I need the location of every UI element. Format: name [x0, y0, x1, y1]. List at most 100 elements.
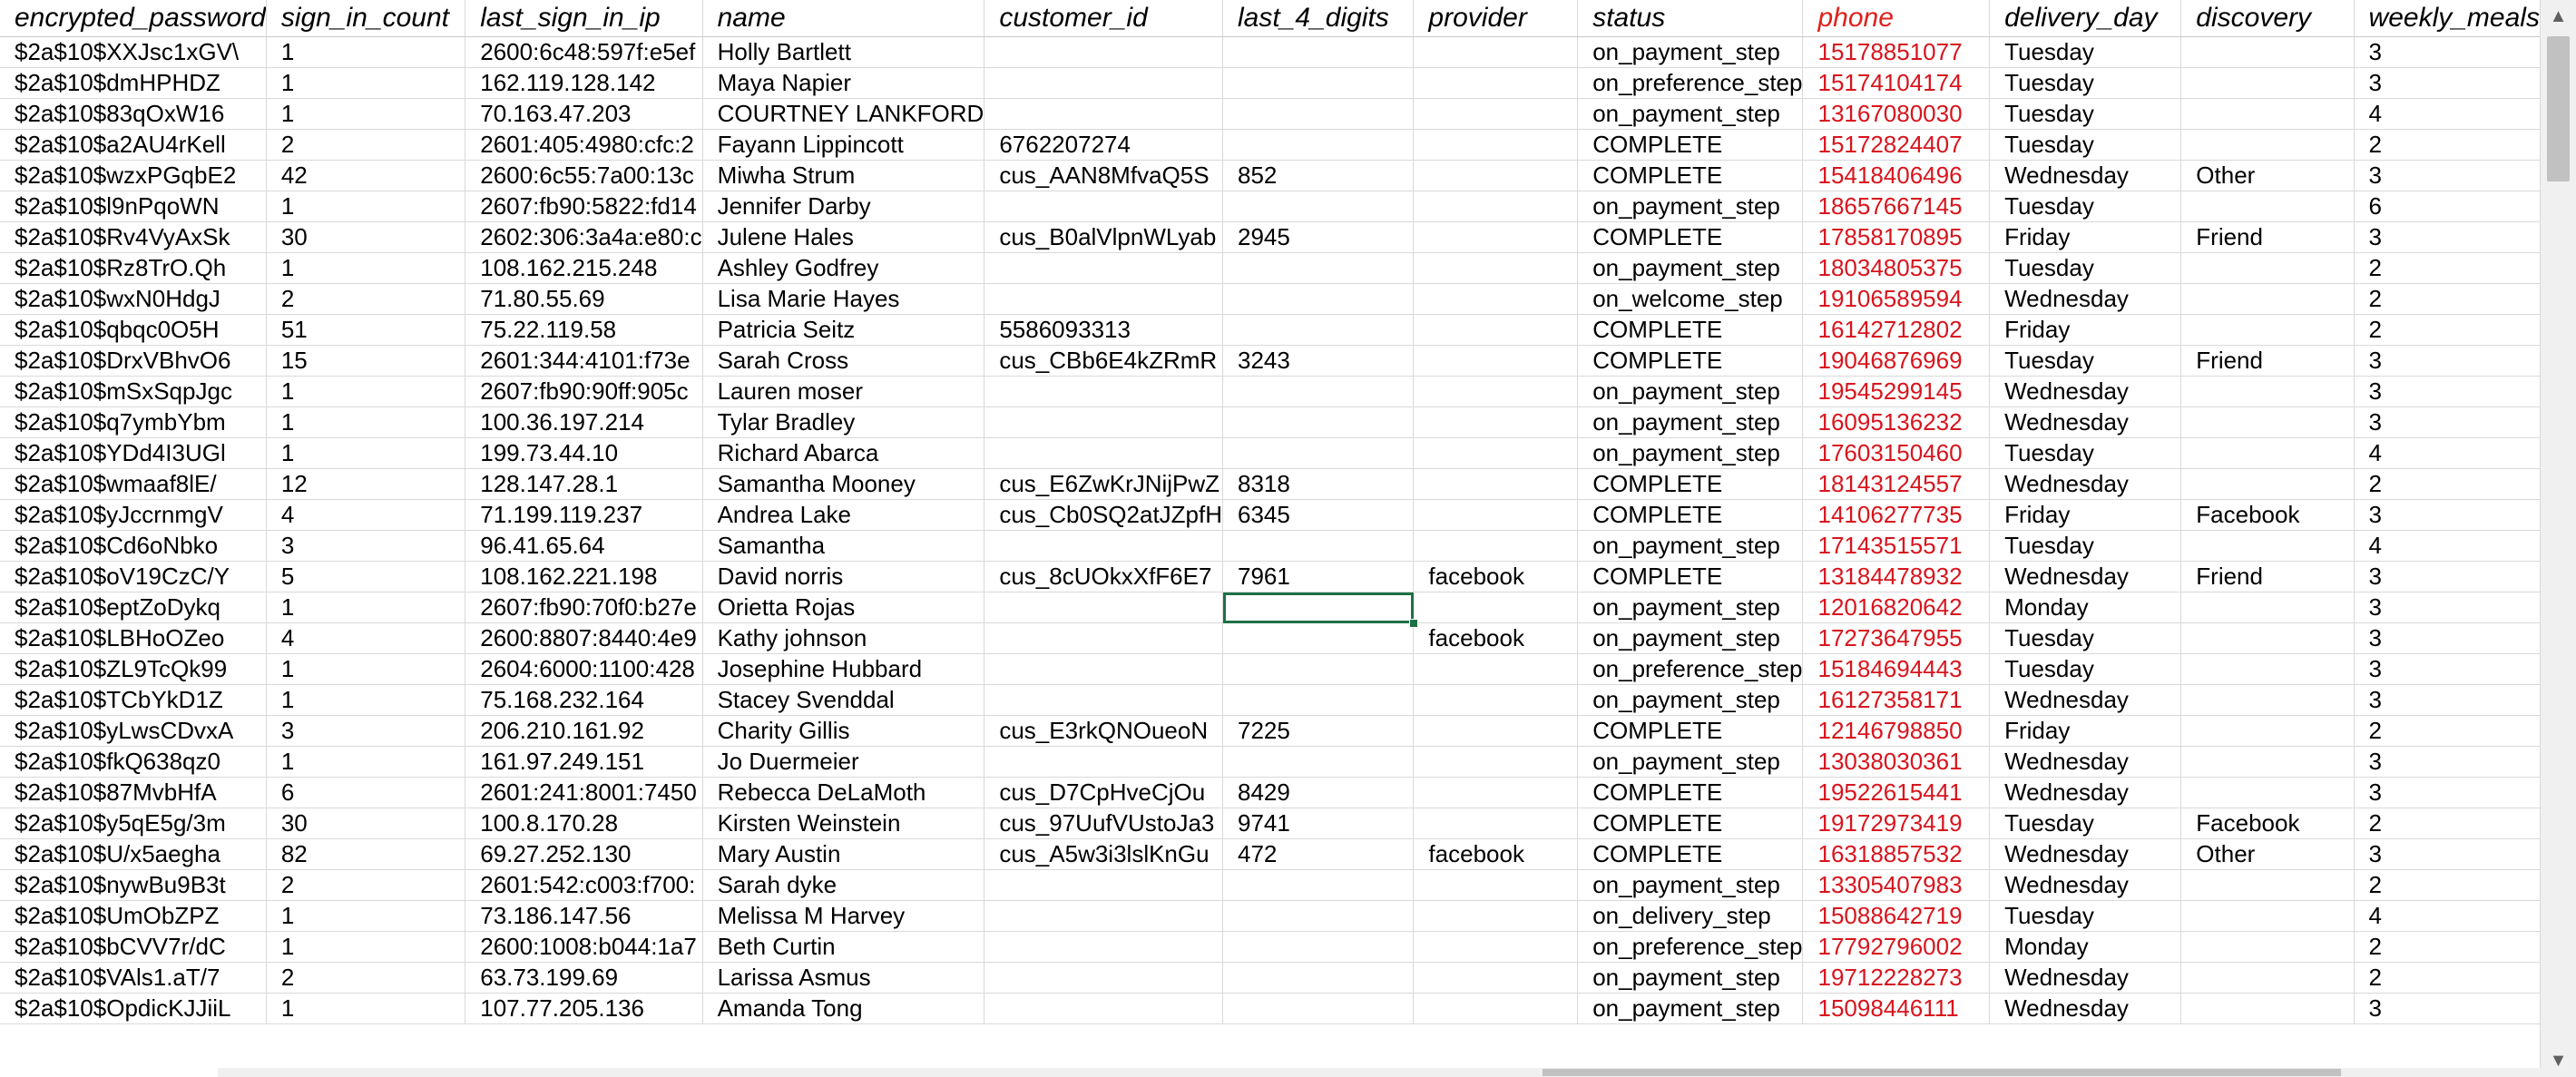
cell-discovery[interactable] [2180, 592, 2355, 623]
cell-delivery_day[interactable]: Tuesday [1989, 345, 2182, 377]
cell-status[interactable]: COMPLETE [1577, 129, 1804, 161]
cell-discovery[interactable] [2180, 191, 2355, 222]
column-header-phone[interactable]: phone [1802, 0, 1991, 37]
cell-provider[interactable] [1413, 221, 1579, 253]
column-header-encrypted_password[interactable]: encrypted_password [0, 0, 267, 37]
cell-provider[interactable] [1413, 746, 1579, 778]
cell-customer_id[interactable] [984, 653, 1224, 685]
vertical-scrollbar[interactable]: ▲ ▼ [2540, 0, 2576, 1077]
cell-discovery[interactable]: Facebook [2180, 808, 2355, 839]
cell-name[interactable]: Charity Gillis [702, 715, 985, 747]
cell-delivery_day[interactable]: Tuesday [1989, 129, 2182, 161]
cell-sign_in_count[interactable]: 12 [266, 468, 466, 500]
cell-customer_id[interactable] [984, 191, 1224, 222]
cell-last_4_digits[interactable]: 9741 [1222, 808, 1415, 839]
cell-delivery_day[interactable]: Tuesday [1989, 808, 2182, 839]
cell-discovery[interactable] [2180, 962, 2355, 994]
cell-delivery_day[interactable]: Wednesday [1989, 160, 2182, 191]
column-header-customer_id[interactable]: customer_id [984, 0, 1224, 37]
cell-phone[interactable]: 16318857532 [1802, 838, 1991, 870]
cell-status[interactable]: on_payment_step [1577, 376, 1804, 407]
cell-phone[interactable]: 17273647955 [1802, 622, 1991, 654]
cell-phone[interactable]: 12016820642 [1802, 592, 1991, 623]
cell-status[interactable]: COMPLETE [1577, 221, 1804, 253]
cell-name[interactable]: Larissa Asmus [702, 962, 985, 994]
cell-weekly_meals[interactable]: 3 [2354, 993, 2541, 1024]
cell-last_4_digits[interactable] [1222, 869, 1415, 901]
column-header-discovery[interactable]: discovery [2180, 0, 2355, 37]
cell-sign_in_count[interactable]: 30 [266, 808, 466, 839]
cell-weekly_meals[interactable]: 2 [2354, 129, 2541, 161]
cell-weekly_meals[interactable]: 3 [2354, 67, 2541, 99]
cell-last_4_digits[interactable] [1222, 437, 1415, 469]
cell-weekly_meals[interactable]: 2 [2354, 314, 2541, 346]
cell-status[interactable]: on_preference_step [1577, 67, 1804, 99]
cell-weekly_meals[interactable]: 2 [2354, 808, 2541, 839]
cell-last_sign_in_ip[interactable]: 2607:fb90:5822:fd14 [465, 191, 703, 222]
cell-customer_id[interactable] [984, 993, 1224, 1024]
cell-sign_in_count[interactable]: 2 [266, 129, 466, 161]
cell-discovery[interactable] [2180, 437, 2355, 469]
column-header-weekly_meals[interactable]: weekly_meals [2354, 0, 2541, 37]
cell-customer_id[interactable]: cus_8cUOkxXfF6E7 [984, 561, 1224, 592]
cell-discovery[interactable] [2180, 653, 2355, 685]
cell-last_sign_in_ip[interactable]: 2607:fb90:70f0:b27e [465, 592, 703, 623]
cell-status[interactable]: on_payment_step [1577, 746, 1804, 778]
cell-discovery[interactable] [2180, 931, 2355, 963]
cell-provider[interactable] [1413, 406, 1579, 438]
cell-sign_in_count[interactable]: 1 [266, 376, 466, 407]
cell-encrypted_password[interactable]: $2a$10$YDd4I3UGl [0, 437, 267, 469]
cell-sign_in_count[interactable]: 4 [266, 622, 466, 654]
cell-delivery_day[interactable]: Wednesday [1989, 869, 2182, 901]
cell-discovery[interactable] [2180, 900, 2355, 932]
cell-phone[interactable]: 19712228273 [1802, 962, 1991, 994]
cell-delivery_day[interactable]: Friday [1989, 314, 2182, 346]
cell-customer_id[interactable] [984, 684, 1224, 716]
cell-weekly_meals[interactable]: 3 [2354, 653, 2541, 685]
cell-last_sign_in_ip[interactable]: 2601:542:c003:f700: [465, 869, 703, 901]
cell-name[interactable]: Sarah Cross [702, 345, 985, 377]
cell-last_sign_in_ip[interactable]: 2601:344:4101:f73e [465, 345, 703, 377]
cell-name[interactable]: Tylar Bradley [702, 406, 985, 438]
cell-weekly_meals[interactable]: 2 [2354, 252, 2541, 284]
cell-status[interactable]: on_payment_step [1577, 622, 1804, 654]
cell-encrypted_password[interactable]: $2a$10$bCVV7r/dC [0, 931, 267, 963]
cell-customer_id[interactable] [984, 962, 1224, 994]
cell-last_sign_in_ip[interactable]: 71.199.119.237 [465, 499, 703, 531]
cell-discovery[interactable] [2180, 869, 2355, 901]
cell-delivery_day[interactable]: Wednesday [1989, 283, 2182, 315]
cell-discovery[interactable]: Facebook [2180, 499, 2355, 531]
cell-customer_id[interactable]: cus_A5w3i3lslKnGu [984, 838, 1224, 870]
cell-last_sign_in_ip[interactable]: 71.80.55.69 [465, 283, 703, 315]
cell-status[interactable]: COMPLETE [1577, 808, 1804, 839]
cell-weekly_meals[interactable]: 2 [2354, 715, 2541, 747]
cell-encrypted_password[interactable]: $2a$10$Rz8TrO.Qh [0, 252, 267, 284]
cell-last_4_digits[interactable] [1222, 98, 1415, 130]
cell-weekly_meals[interactable]: 3 [2354, 592, 2541, 623]
cell-phone[interactable]: 19172973419 [1802, 808, 1991, 839]
cell-discovery[interactable] [2180, 715, 2355, 747]
cell-phone[interactable]: 17603150460 [1802, 437, 1991, 469]
cell-status[interactable]: COMPLETE [1577, 160, 1804, 191]
cell-name[interactable]: COURTNEY LANKFORD [702, 98, 985, 130]
cell-last_sign_in_ip[interactable]: 100.36.197.214 [465, 406, 703, 438]
column-header-name[interactable]: name [702, 0, 985, 37]
cell-name[interactable]: Kirsten Weinstein [702, 808, 985, 839]
cell-status[interactable]: COMPLETE [1577, 715, 1804, 747]
cell-name[interactable]: Jennifer Darby [702, 191, 985, 222]
cell-provider[interactable] [1413, 715, 1579, 747]
cell-status[interactable]: on_payment_step [1577, 684, 1804, 716]
cell-last_4_digits[interactable]: 7225 [1222, 715, 1415, 747]
cell-sign_in_count[interactable]: 51 [266, 314, 466, 346]
cell-last_4_digits[interactable] [1222, 376, 1415, 407]
cell-status[interactable]: on_payment_step [1577, 592, 1804, 623]
cell-encrypted_password[interactable]: $2a$10$U/x5aegha [0, 838, 267, 870]
cell-sign_in_count[interactable]: 1 [266, 36, 466, 68]
cell-last_sign_in_ip[interactable]: 2600:1008:b044:1a7 [465, 931, 703, 963]
cell-name[interactable]: Orietta Rojas [702, 592, 985, 623]
cell-customer_id[interactable] [984, 900, 1224, 932]
selected-cell[interactable] [1222, 592, 1415, 623]
cell-last_sign_in_ip[interactable]: 2601:241:8001:7450 [465, 777, 703, 808]
cell-provider[interactable] [1413, 777, 1579, 808]
cell-phone[interactable]: 13038030361 [1802, 746, 1991, 778]
